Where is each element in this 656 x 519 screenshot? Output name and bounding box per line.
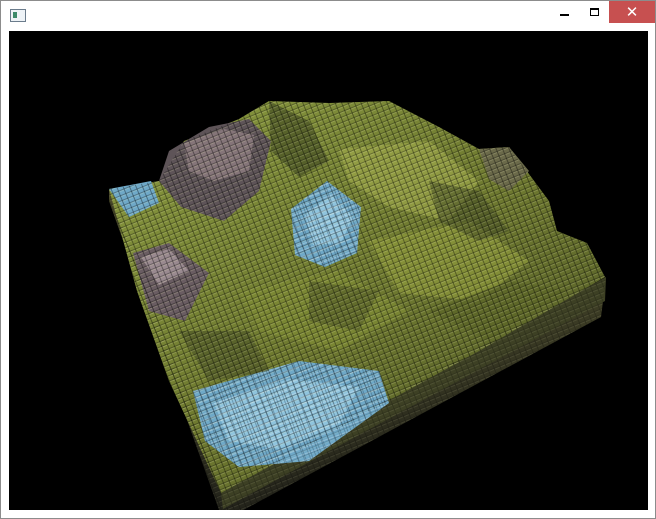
maximize-button[interactable] — [579, 1, 609, 23]
minimize-icon — [559, 14, 569, 16]
minimize-button[interactable] — [549, 1, 579, 23]
voxel-terrain-render — [109, 101, 606, 510]
app-icon[interactable] — [10, 9, 26, 22]
app-window: ✕ — [0, 0, 656, 519]
close-icon: ✕ — [625, 3, 639, 21]
title-bar[interactable]: ✕ — [1, 1, 655, 31]
render-viewport[interactable] — [9, 31, 648, 510]
close-button[interactable]: ✕ — [609, 1, 655, 23]
maximize-icon — [589, 8, 599, 16]
app-icon-glyph — [13, 12, 17, 18]
